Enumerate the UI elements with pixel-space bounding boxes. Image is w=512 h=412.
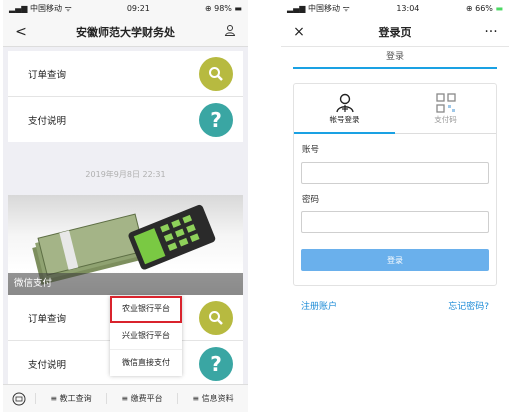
more-button[interactable]: ··· [481, 24, 501, 40]
tab-payment-platform[interactable]: ≡ 缴费平台 [106, 393, 177, 404]
order-query-row[interactable]: 订单查询 [8, 51, 243, 97]
right-phone-screen: ▂▄▆ 中国移动 ᯤ 13:04 ⊕ 66% ▬ × 登录页 ··· 登录 帐号… [281, 0, 509, 412]
person-icon[interactable] [220, 24, 240, 40]
payment-platform-menu: 农业银行平台 兴业银行平台 微信直接支付 [110, 296, 182, 376]
tab-information[interactable]: ≡ 信息资料 [177, 393, 248, 404]
password-input[interactable] [301, 211, 489, 233]
back-button[interactable]: < [11, 24, 31, 40]
tab-payment-code-label: 支付码 [434, 115, 457, 124]
clock: 09:21 [126, 4, 150, 13]
account-label: 账号 [302, 145, 320, 155]
page-title: 安徽师范大学财务处 [76, 25, 175, 39]
qr-code-icon [435, 93, 456, 113]
battery-indicator: ⊕ 66% ▬ [465, 4, 503, 13]
top-card: 订单查询 支付说明 ? [8, 51, 243, 142]
user-icon [335, 93, 354, 112]
login-panel: 帐号登录 支付码 账号 密码 登录 [293, 83, 497, 286]
order-query-label: 订单查询 [28, 313, 67, 325]
question-icon[interactable]: ? [199, 102, 233, 137]
login-tabs: 帐号登录 支付码 [294, 84, 496, 134]
tab-staff-query[interactable]: ≡ 教工查询 [35, 393, 106, 404]
tab-payment-code[interactable]: 支付码 [395, 84, 496, 134]
password-label: 密码 [302, 194, 320, 205]
payment-info-row[interactable]: 支付说明 ? [8, 97, 243, 142]
account-input[interactable] [301, 161, 489, 184]
account-links: 注册账户 忘记密码? [281, 299, 509, 312]
page-title: 登录页 [378, 25, 412, 39]
forgot-password-link[interactable]: 忘记密码? [448, 299, 489, 312]
menu-item-cib-bank[interactable]: 兴业银行平台 [110, 323, 182, 350]
register-link[interactable]: 注册账户 [301, 299, 337, 312]
nav-bar: × 登录页 ··· [281, 17, 509, 47]
keyboard-icon[interactable] [3, 392, 35, 406]
close-button[interactable]: × [289, 24, 309, 40]
login-subtitle: 登录 [293, 47, 497, 69]
question-icon[interactable]: ? [199, 346, 233, 381]
login-button[interactable]: 登录 [301, 249, 489, 271]
left-phone-screen: ▂▄▆ 中国移动 ᯤ 09:21 ⊕ 98% ▬ < 安徽师范大学财务处 订单查… [3, 0, 248, 412]
status-bar: ▂▄▆ 中国移动 ᯤ 13:04 ⊕ 66% ▬ [281, 0, 509, 17]
tab-account-login-label: 帐号登录 [329, 114, 360, 124]
search-icon[interactable] [199, 300, 233, 335]
wechat-pay-banner[interactable]: 微信支付 [8, 195, 243, 295]
search-icon[interactable] [199, 56, 233, 91]
status-bar: ▂▄▆ 中国移动 ᯤ 09:21 ⊕ 98% ▬ [3, 0, 248, 17]
clock: 13:04 [396, 4, 420, 13]
payment-info-label: 支付说明 [28, 115, 67, 127]
tab-account-login[interactable]: 帐号登录 [294, 84, 395, 134]
banner-caption: 微信支付 [8, 273, 243, 295]
order-query-label: 订单查询 [28, 69, 67, 81]
nav-bar: < 安徽师范大学财务处 [3, 17, 248, 47]
bottom-tab-bar: ≡ 教工查询 ≡ 缴费平台 ≡ 信息资料 [3, 384, 248, 412]
menu-item-abc-bank[interactable]: 农业银行平台 [110, 296, 182, 323]
carrier-label: ▂▄▆ 中国移动 ᯤ [287, 4, 350, 13]
battery-indicator: ⊕ 98% ▬ [204, 4, 242, 13]
carrier-label: ▂▄▆ 中国移动 ᯤ [9, 4, 72, 13]
payment-info-label: 支付说明 [28, 359, 67, 371]
message-timestamp: 2019年9月8日 22:31 [85, 170, 166, 179]
menu-item-wechat-pay[interactable]: 微信直接支付 [110, 350, 182, 376]
